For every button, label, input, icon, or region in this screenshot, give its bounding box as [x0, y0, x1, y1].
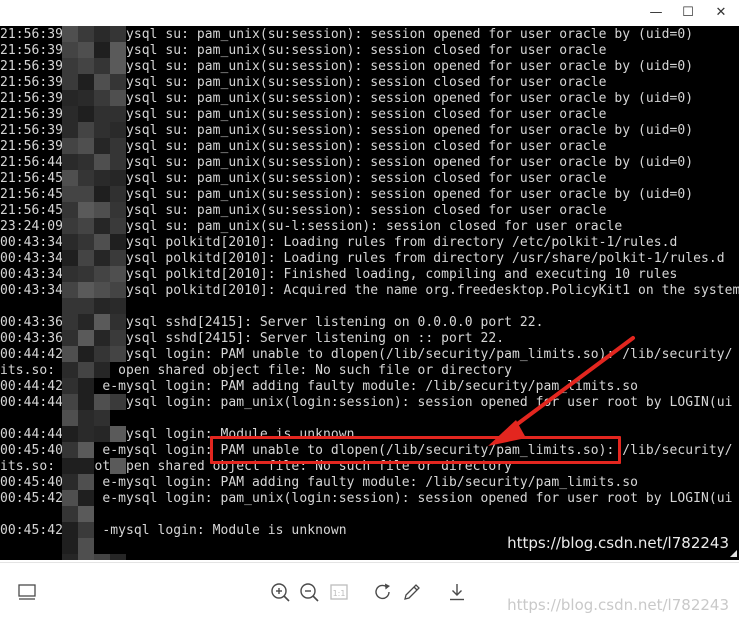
edit-button[interactable]: [400, 580, 424, 604]
minimize-icon: —: [649, 5, 663, 20]
terminal-screenshot: 21:56:39 z e-mysql su: pam_unix(su:sessi…: [0, 26, 739, 560]
viewer-toolbar: 1:1 https://blog.csdn.net/l782243: [0, 562, 739, 623]
terminal-line: 21:56:39 z e-mysql su: pam_unix(su:sessi…: [0, 139, 607, 154]
terminal-line: 21:56:39 z e-mysql su: pam_unix(su:sessi…: [0, 43, 607, 58]
rotate-button[interactable]: [371, 580, 395, 604]
terminal-line: 23:24:09 zj e-mysql su: pam_unix(su-l:se…: [0, 219, 623, 234]
sidebar-toggle-button[interactable]: [15, 580, 39, 604]
terminal-line: 00:43:34 z e-mysql polkitd[2010]: Loadin…: [0, 251, 725, 266]
terminal-line: 21:56:39 z e-mysql su: pam_unix(su:sessi…: [0, 59, 694, 74]
sidebar-icon: [18, 584, 36, 600]
edit-icon: [404, 584, 420, 600]
terminal-line: 00:45:40 z e-mysql login: PAM adding fau…: [0, 475, 639, 490]
close-button[interactable]: ✕: [705, 0, 737, 26]
watermark-viewer: https://blog.csdn.net/l782243: [507, 534, 729, 552]
title-bar: — ☐ ✕: [0, 0, 739, 26]
maximize-button[interactable]: ☐: [672, 0, 704, 26]
zoom-out-icon: [300, 583, 319, 602]
terminal-line: 21:56:39 z e-mysql su: pam_unix(su:sessi…: [0, 123, 694, 138]
terminal-line: 21:56:39 z e-mysql su: pam_unix(su:sessi…: [0, 75, 607, 90]
terminal-line: 00:43:34 z e-mysql polkitd[2010]: Loadin…: [0, 235, 678, 250]
terminal-line: 00:43:34 z e-mysql polkitd[2010]: Acquir…: [0, 283, 739, 298]
terminal-line: 21:56:39 z e-mysql su: pam_unix(su:sessi…: [0, 27, 694, 42]
download-button[interactable]: [445, 580, 469, 604]
terminal-line: 21:56:39 z e-mysql su: pam_unix(su:sessi…: [0, 107, 607, 122]
terminal-line: 00:43:34 z e-mysql polkitd[2010]: Finish…: [0, 267, 678, 282]
close-icon: ✕: [715, 5, 727, 20]
terminal-line: 21:56:39 z e-mysql su: pam_unix(su:sessi…: [0, 91, 694, 106]
actual-size-icon: 1:1: [330, 584, 348, 600]
actual-size-label: 1:1: [333, 589, 346, 598]
terminal-line: 21:56:44 z e-mysql su: pam_unix(su:sessi…: [0, 155, 694, 170]
terminal-line: 00:45:42 z e-mysql login: pam_unix(login…: [0, 491, 733, 506]
rotate-icon: [375, 583, 390, 600]
photo-viewer-window: — ☐ ✕ 21:56:39 z e-mysql su: pam_unix(su…: [0, 0, 739, 623]
zoom-out-button[interactable]: [297, 580, 321, 604]
minimize-button[interactable]: —: [640, 0, 672, 26]
download-icon: [450, 584, 464, 601]
actual-size-button[interactable]: 1:1: [327, 580, 351, 604]
maximize-icon: ☐: [682, 5, 694, 20]
terminal-line: 21:56:45 z e-mysql su: pam_unix(su:sessi…: [0, 203, 607, 218]
resize-grip-icon: [730, 550, 737, 557]
image-viewport[interactable]: 21:56:39 z e-mysql su: pam_unix(su:sessi…: [0, 26, 739, 562]
terminal-line: 21:56:45 z e-mysql su: pam_unix(su:sessi…: [0, 187, 694, 202]
zoom-in-icon: [271, 583, 290, 602]
watermark-toolbar: https://blog.csdn.net/l782243: [507, 596, 729, 614]
annotation-highlight-box: [210, 436, 621, 464]
terminal-line: 21:56:45 z e-mysql su: pam_unix(su:sessi…: [0, 171, 607, 186]
zoom-in-button[interactable]: [268, 580, 292, 604]
